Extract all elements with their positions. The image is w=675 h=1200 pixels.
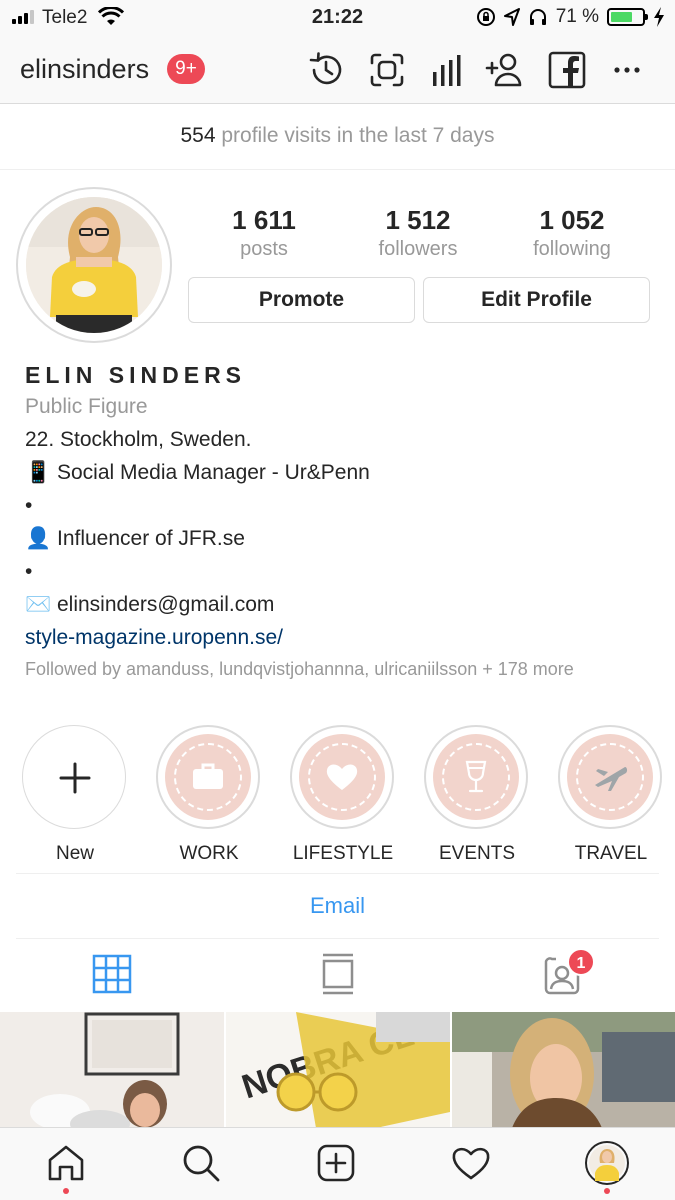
profile-avatar-icon: [589, 1145, 625, 1181]
search-icon[interactable]: [181, 1143, 221, 1183]
battery-percent: 71 %: [555, 6, 599, 27]
archive-history-icon[interactable]: [306, 50, 346, 90]
rotation-lock-icon: [476, 8, 495, 26]
profile-header: elinsinders 9+: [0, 36, 675, 104]
highlight-lifestyle[interactable]: LIFESTYLE: [290, 725, 396, 865]
profile-avatar[interactable]: [16, 187, 172, 343]
feed-view-tab-icon[interactable]: [318, 953, 358, 995]
new-post-icon[interactable]: [316, 1143, 356, 1183]
highlight-label: New: [55, 843, 94, 864]
battery-icon: [607, 8, 648, 26]
followers-stat[interactable]: 1 512 followers: [343, 205, 493, 261]
highlight-cover: [290, 725, 394, 829]
highlight-label: EVENTS: [438, 843, 516, 864]
insights-chart-icon[interactable]: [427, 50, 467, 90]
activity-heart-icon[interactable]: [451, 1143, 491, 1183]
bottom-tab-bar: [0, 1127, 675, 1200]
highlight-cover: [156, 725, 260, 829]
wine-glass-icon: [465, 760, 487, 793]
posts-grid: NOBRA CLUB: [0, 1012, 675, 1128]
divider: [16, 938, 659, 939]
highlight-cover: [424, 725, 528, 829]
grid-view-tab-icon[interactable]: [92, 953, 132, 995]
nametag-scan-icon[interactable]: [367, 50, 407, 90]
tagged-count-badge: 1: [567, 948, 595, 976]
home-icon[interactable]: [46, 1143, 86, 1183]
profile-visits-count: 554: [180, 124, 216, 147]
bio-line-location: 22. Stockholm, Sweden.: [25, 428, 252, 451]
more-options-icon[interactable]: [607, 50, 647, 90]
bio-line-separator: •: [25, 560, 33, 583]
followers-label: followers: [378, 238, 458, 260]
highlight-label: WORK: [179, 843, 239, 864]
discover-people-icon[interactable]: [485, 50, 525, 90]
followed-by-text[interactable]: Followed by amanduss, lundqvistjohannna,…: [25, 658, 655, 681]
notification-badge[interactable]: 9+: [167, 54, 205, 84]
profile-full-name: ELIN SINDERS: [25, 362, 247, 388]
following-stat[interactable]: 1 052 following: [497, 205, 647, 261]
post-thumbnail[interactable]: NOBRA CLUB: [226, 1012, 450, 1128]
bio-line-influencer: 👤 Influencer of JFR.se: [25, 527, 245, 550]
highlight-label: TRAVEL: [574, 843, 648, 864]
edit-profile-button[interactable]: Edit Profile: [423, 277, 650, 323]
bio-line-email: ✉️ elinsinders@gmail.com: [25, 593, 275, 616]
highlight-new[interactable]: New: [22, 725, 128, 865]
following-count: 1 052: [539, 205, 605, 235]
promote-button[interactable]: Promote: [188, 277, 415, 323]
highlight-travel[interactable]: TRAVEL: [558, 725, 664, 865]
highlight-events[interactable]: EVENTS: [424, 725, 530, 865]
highlight-label: LIFESTYLE: [292, 843, 394, 864]
profile-category: Public Figure: [25, 395, 148, 418]
location-arrow-icon: [503, 8, 520, 26]
status-bar: Tele2 21:22 71 %: [0, 0, 675, 36]
facebook-icon[interactable]: [547, 50, 587, 90]
post-thumbnail[interactable]: [0, 1012, 224, 1128]
profile-activity-dot: [604, 1188, 610, 1194]
profile-bio: ELIN SINDERS Public Figure 22. Stockholm…: [25, 362, 655, 681]
heart-icon: [326, 764, 358, 790]
profile-username[interactable]: elinsinders: [20, 54, 149, 85]
briefcase-icon: [193, 763, 223, 789]
charging-bolt-icon: [654, 7, 664, 27]
post-thumbnail[interactable]: [452, 1012, 675, 1128]
following-label: following: [533, 238, 611, 260]
divider: [16, 873, 659, 874]
posts-count: 1 611: [232, 205, 296, 235]
followers-count: 1 512: [385, 205, 451, 235]
posts-label: posts: [240, 238, 288, 260]
plus-icon: [59, 762, 91, 794]
profile-website-link[interactable]: style-magazine.uropenn.se/: [25, 621, 655, 654]
new-highlight-circle: [22, 725, 126, 829]
profile-tab-avatar[interactable]: [585, 1141, 629, 1185]
bio-line-separator: •: [25, 494, 33, 517]
home-activity-dot: [63, 1188, 69, 1194]
bio-line-job: 📱 Social Media Manager - Ur&Penn: [25, 461, 370, 484]
profile-visits-text: profile visits in the last 7 days: [215, 124, 495, 147]
highlight-cover: [558, 725, 662, 829]
posts-stat[interactable]: 1 611 posts: [189, 205, 339, 261]
airplane-icon: [595, 767, 628, 791]
avatar-photo: [26, 197, 162, 333]
headphones-icon: [529, 9, 546, 25]
email-contact-button[interactable]: Email: [0, 893, 675, 919]
profile-visits-banner[interactable]: 554 profile visits in the last 7 days: [0, 105, 675, 170]
highlight-work[interactable]: WORK: [156, 725, 262, 865]
